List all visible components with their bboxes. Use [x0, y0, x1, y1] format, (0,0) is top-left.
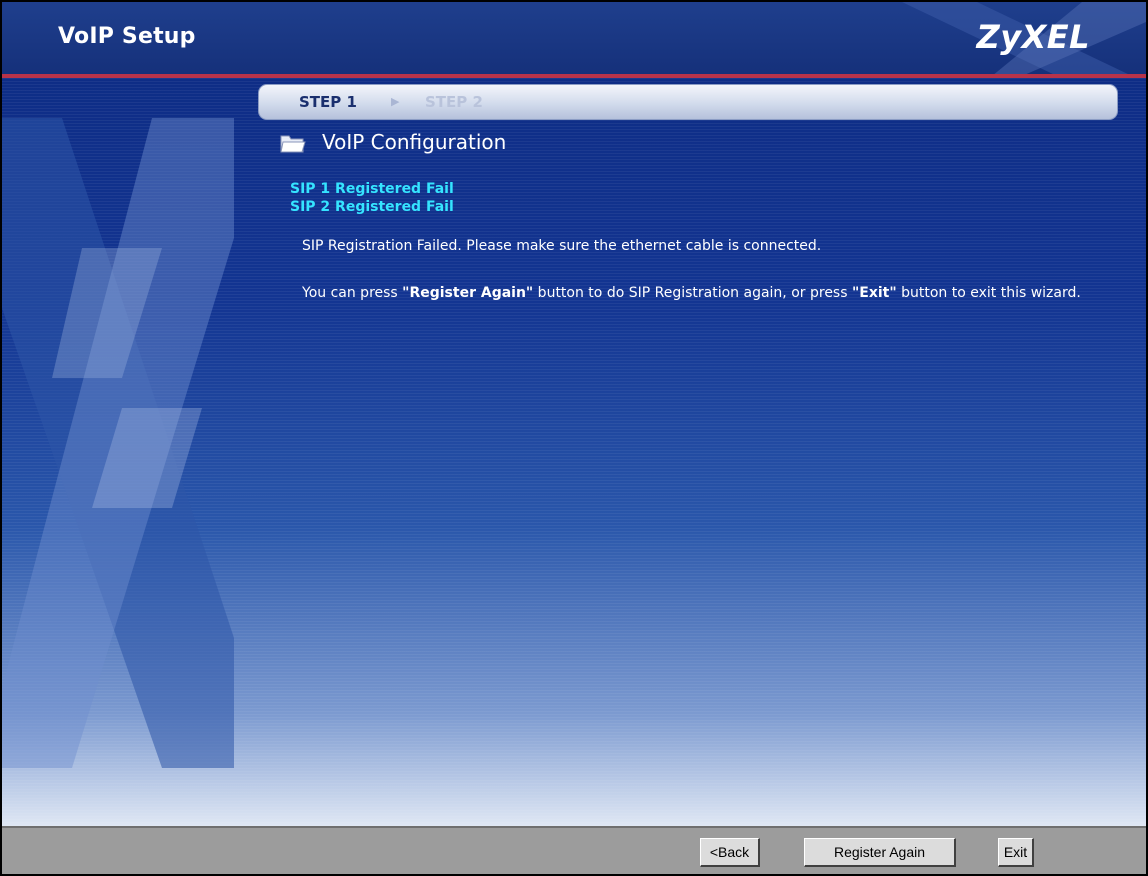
footer-bar: <Back Register Again Exit: [2, 826, 1146, 874]
step-progress-bar: STEP 1 ▶ STEP 2: [258, 84, 1118, 120]
back-button[interactable]: <Back: [700, 838, 760, 867]
section-title: VoIP Configuration: [322, 130, 507, 154]
instruction-message: You can press "Register Again" button to…: [302, 285, 1122, 302]
exit-mention: "Exit": [851, 285, 897, 301]
zyxel-logo: ZyXEL: [976, 18, 1090, 56]
header-bar: VoIP Setup ZyXEL: [2, 2, 1146, 76]
folder-icon: [280, 135, 306, 153]
step-1-label: STEP 1: [299, 93, 357, 111]
failure-message: SIP Registration Failed. Please make sur…: [302, 238, 822, 254]
register-again-mention: "Register Again": [402, 285, 534, 301]
register-again-button[interactable]: Register Again: [804, 838, 956, 867]
wizard-window: VoIP Setup ZyXEL STEP 1 ▶ STEP 2 VoIP Co…: [0, 0, 1148, 876]
step-arrow-icon: ▶: [391, 95, 400, 108]
sip1-status: SIP 1 Registered Fail: [290, 181, 454, 197]
instruction-prefix: You can press: [302, 285, 403, 301]
instruction-suffix: button to exit this wizard.: [896, 285, 1081, 301]
page-title: VoIP Setup: [58, 24, 196, 49]
side-x-decoration: [2, 118, 234, 768]
exit-button[interactable]: Exit: [998, 838, 1034, 867]
step-2-label: STEP 2: [425, 93, 483, 111]
instruction-middle: button to do SIP Registration again, or …: [533, 285, 852, 301]
sip2-status: SIP 2 Registered Fail: [290, 199, 454, 215]
